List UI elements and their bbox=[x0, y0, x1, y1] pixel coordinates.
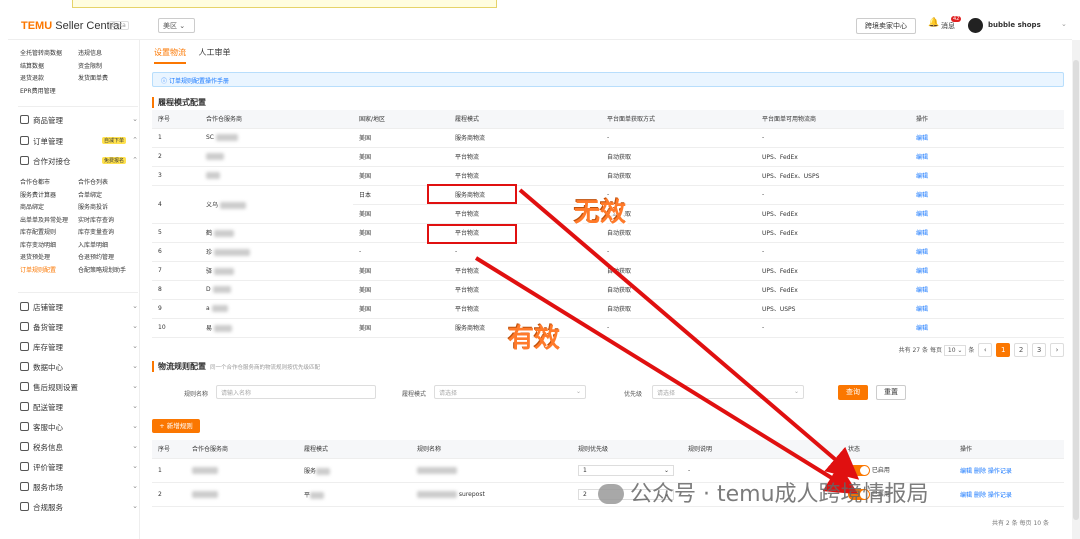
watermark: 公众号 · temu成人跨境情报局 bbox=[598, 476, 929, 508]
wechat-icon bbox=[598, 484, 624, 504]
rules-footer-pager: 共有 2 条 每页 10 条 bbox=[992, 520, 1049, 527]
scrollbar[interactable] bbox=[1072, 40, 1080, 539]
annotation-invalid: 无效 bbox=[574, 198, 627, 228]
watermark-text: 公众号 · temu成人跨境情报局 bbox=[630, 482, 929, 507]
annotation-valid: 有效 bbox=[508, 324, 561, 354]
scrollbar-thumb[interactable] bbox=[1073, 60, 1079, 520]
annotation-arrows bbox=[474, 188, 860, 495]
arrow-to-rule-1 bbox=[518, 188, 860, 480]
arrow-to-rule-2 bbox=[474, 256, 859, 495]
